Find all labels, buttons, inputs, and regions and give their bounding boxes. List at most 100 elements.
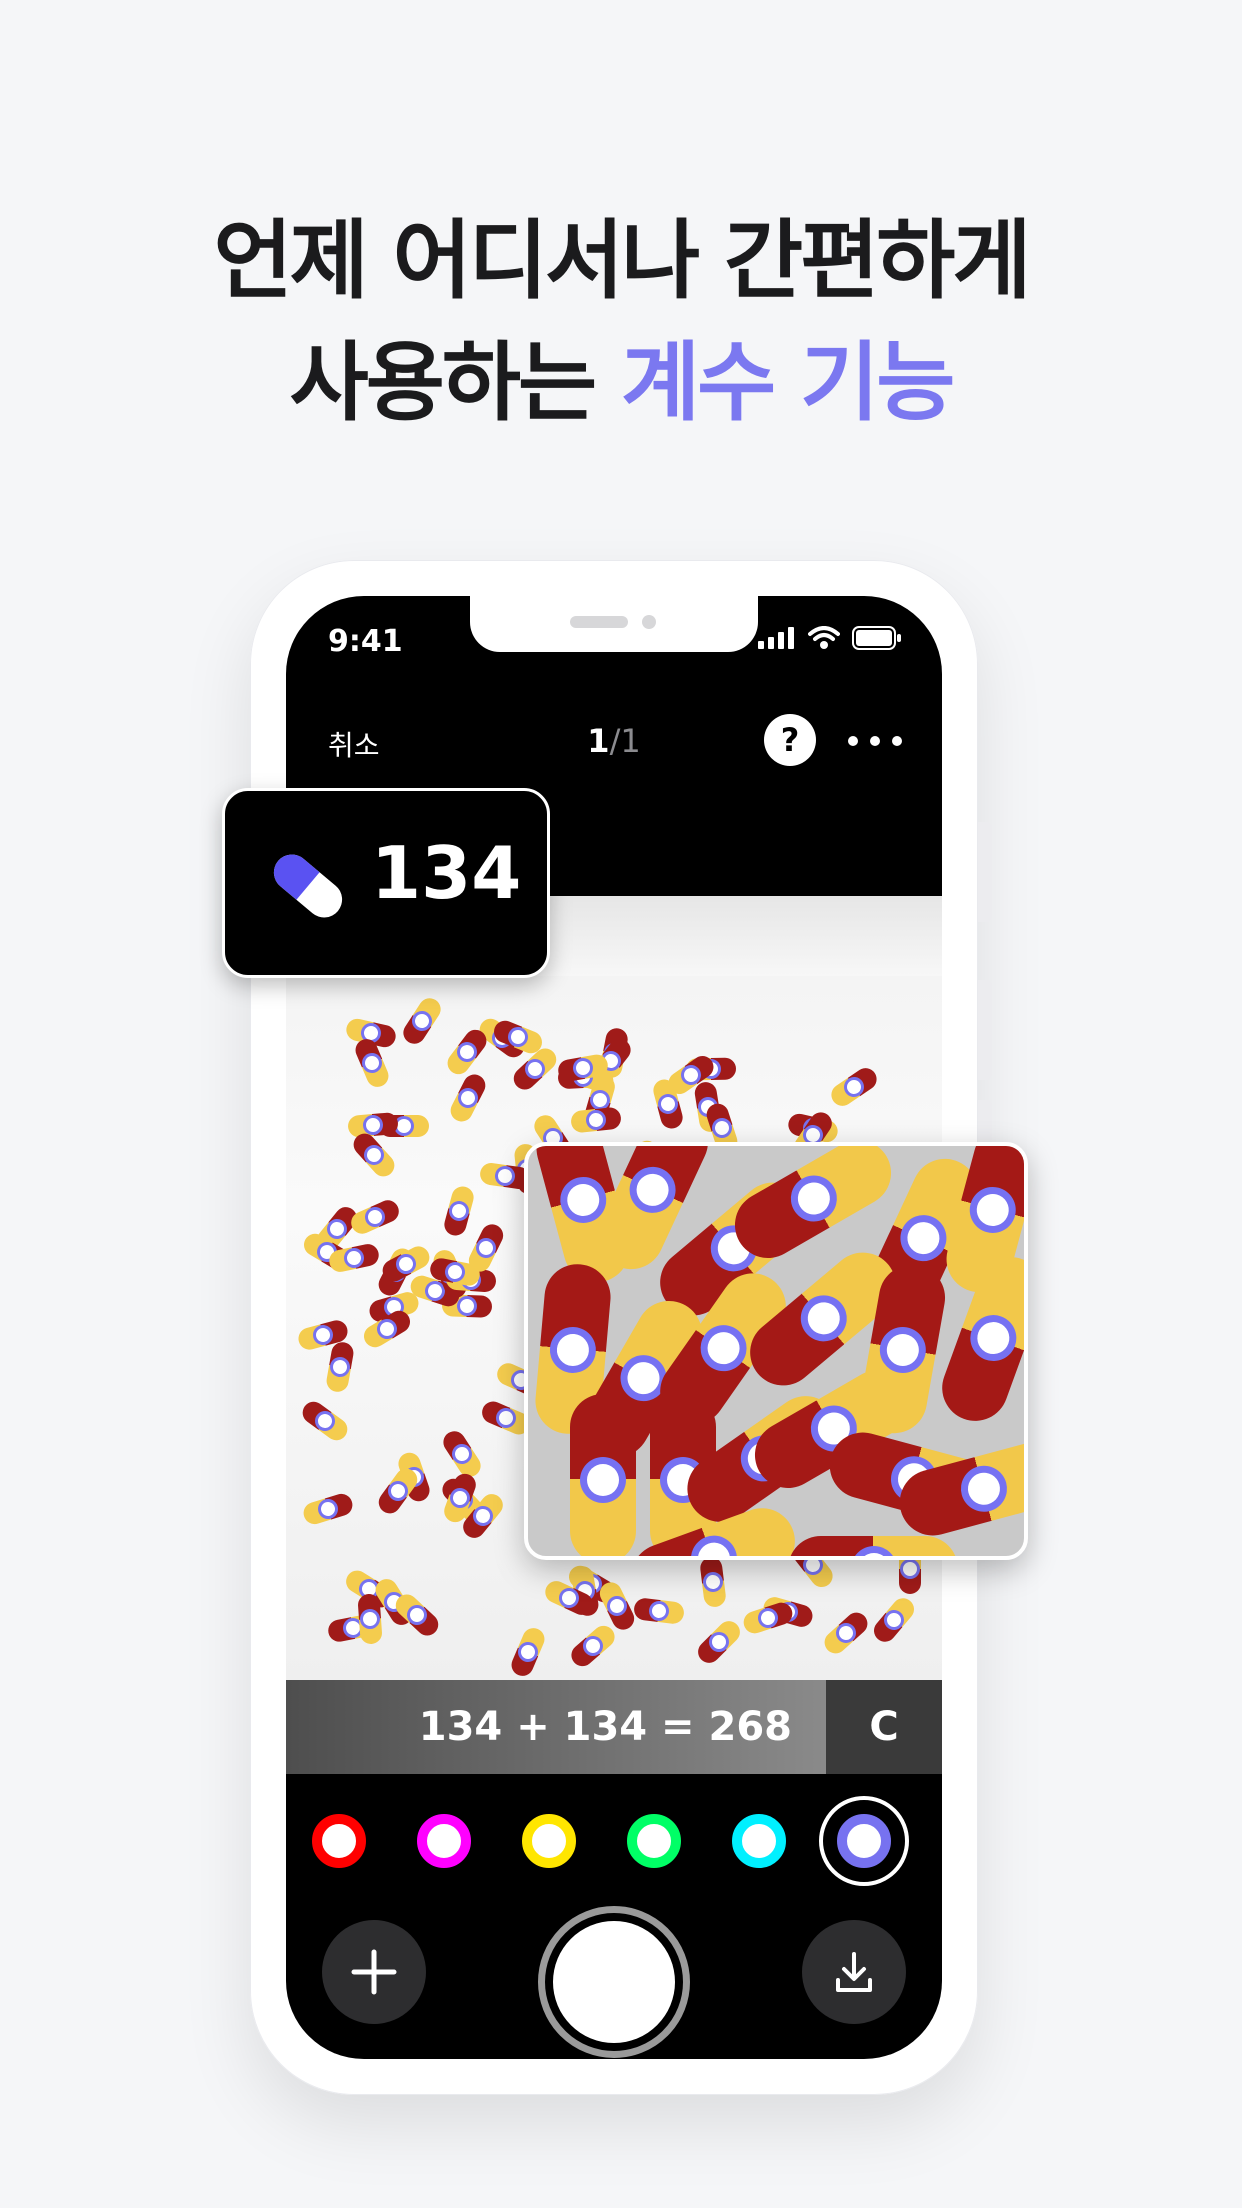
color-swatch-cyan[interactable] [732,1814,786,1868]
detection-marker [902,1216,945,1260]
download-icon [836,1952,872,1992]
detection-marker [508,1027,528,1046]
capsule-icon [273,854,343,918]
zoomed-pill [788,1536,958,1556]
add-button[interactable] [322,1920,426,2024]
detection-marker [973,1190,1013,1230]
headline-accent: 계수 기능 [621,333,955,433]
detection-marker [497,1168,514,1185]
detection-marker [651,1603,668,1619]
detection-marker [708,1631,729,1652]
detection-marker [525,1059,545,1079]
count-badge: 134 [222,788,550,978]
cellular-signal-icon [758,627,794,649]
detection-marker [758,1609,777,1627]
detection-marker [331,1358,349,1375]
detection-marker [476,1238,496,1257]
plus-icon [351,1949,397,1995]
detection-marker [836,1623,857,1644]
shutter-inner [553,1921,675,2043]
detection-marker [496,1408,515,1428]
detection-marker [365,1207,385,1227]
detection-marker [365,1117,381,1133]
help-button[interactable]: ? [764,714,816,766]
detection-marker [681,1065,701,1085]
zoomed-pill [722,1146,904,1271]
detection-marker [964,1469,1004,1509]
detection-marker [450,1202,468,1220]
detection-marker [388,1481,408,1501]
detection-marker [397,1254,416,1274]
detection-marker [315,1410,335,1431]
detection-marker [693,1538,735,1556]
detected-pill [442,1025,491,1079]
detected-pill [324,1340,356,1394]
count-number: 134 [371,831,522,915]
more-dots-icon[interactable] [848,736,902,746]
calculator-expression: 134 + 134 = 268 [286,1680,826,1774]
detected-pill [357,1593,383,1645]
detected-pill [869,1593,919,1646]
detection-marker [362,1611,378,1627]
detection-marker [631,1168,674,1212]
detection-marker [972,1317,1014,1359]
detection-marker [396,1118,411,1133]
page-total: /1 [609,722,641,760]
detection-marker [459,1298,475,1314]
detection-marker [607,1596,627,1616]
detected-pill [347,1111,400,1138]
detected-pill [348,1129,399,1182]
color-swatch-green[interactable] [627,1814,681,1868]
calculator-bar: 134 + 134 = 268 C [286,1680,942,1774]
detection-marker [563,1180,603,1220]
detection-marker [559,1589,579,1608]
speaker [570,616,628,628]
status-icons [758,626,902,650]
zoom-preview [524,1142,1028,1560]
detection-marker [319,1500,337,1518]
wifi-icon [808,626,840,649]
headline-line2: 사용하는 계수 기능 [0,322,1242,444]
detected-pill [446,1070,489,1126]
shutter-button[interactable] [538,1906,690,2058]
battery-icon [852,626,901,650]
marker-color-picker [286,1796,942,1886]
detection-marker [574,1059,591,1076]
headline-line1: 언제 어디서나 간편하게 [213,211,1031,311]
detected-pill [567,1620,620,1671]
detected-pill [693,1616,745,1668]
download-button[interactable] [802,1920,906,2024]
detection-marker [425,1281,444,1300]
zoomed-pill [570,1394,636,1556]
detected-pill [398,993,445,1048]
notch [470,596,758,652]
side-button [978,822,992,922]
detection-marker [363,1145,384,1166]
detected-pill [300,1491,356,1527]
color-swatch-red[interactable] [312,1814,366,1868]
detection-marker [345,1249,362,1267]
detection-marker [884,1609,905,1630]
detected-pill [465,1220,507,1275]
color-swatch-purple[interactable] [837,1814,891,1868]
detection-marker [591,1091,609,1109]
detected-pill [507,1625,548,1680]
side-button [978,980,992,1080]
detection-marker [518,1643,537,1662]
color-swatch-magenta[interactable] [417,1814,471,1868]
color-swatch-yellow[interactable] [522,1814,576,1868]
page-current: 1 [587,722,610,760]
detected-pill [298,1396,352,1445]
detected-pill [740,1599,795,1637]
detected-pill [820,1608,873,1659]
detection-marker [701,1325,746,1371]
detected-pill [633,1597,686,1625]
detection-marker [452,1444,472,1465]
detection-marker [446,1263,463,1280]
detection-marker [902,1561,917,1576]
detection-marker [377,1319,397,1339]
detection-marker [555,1332,591,1368]
detection-marker [327,1218,348,1239]
clear-button[interactable]: C [826,1680,942,1774]
detected-pill [441,1183,476,1238]
